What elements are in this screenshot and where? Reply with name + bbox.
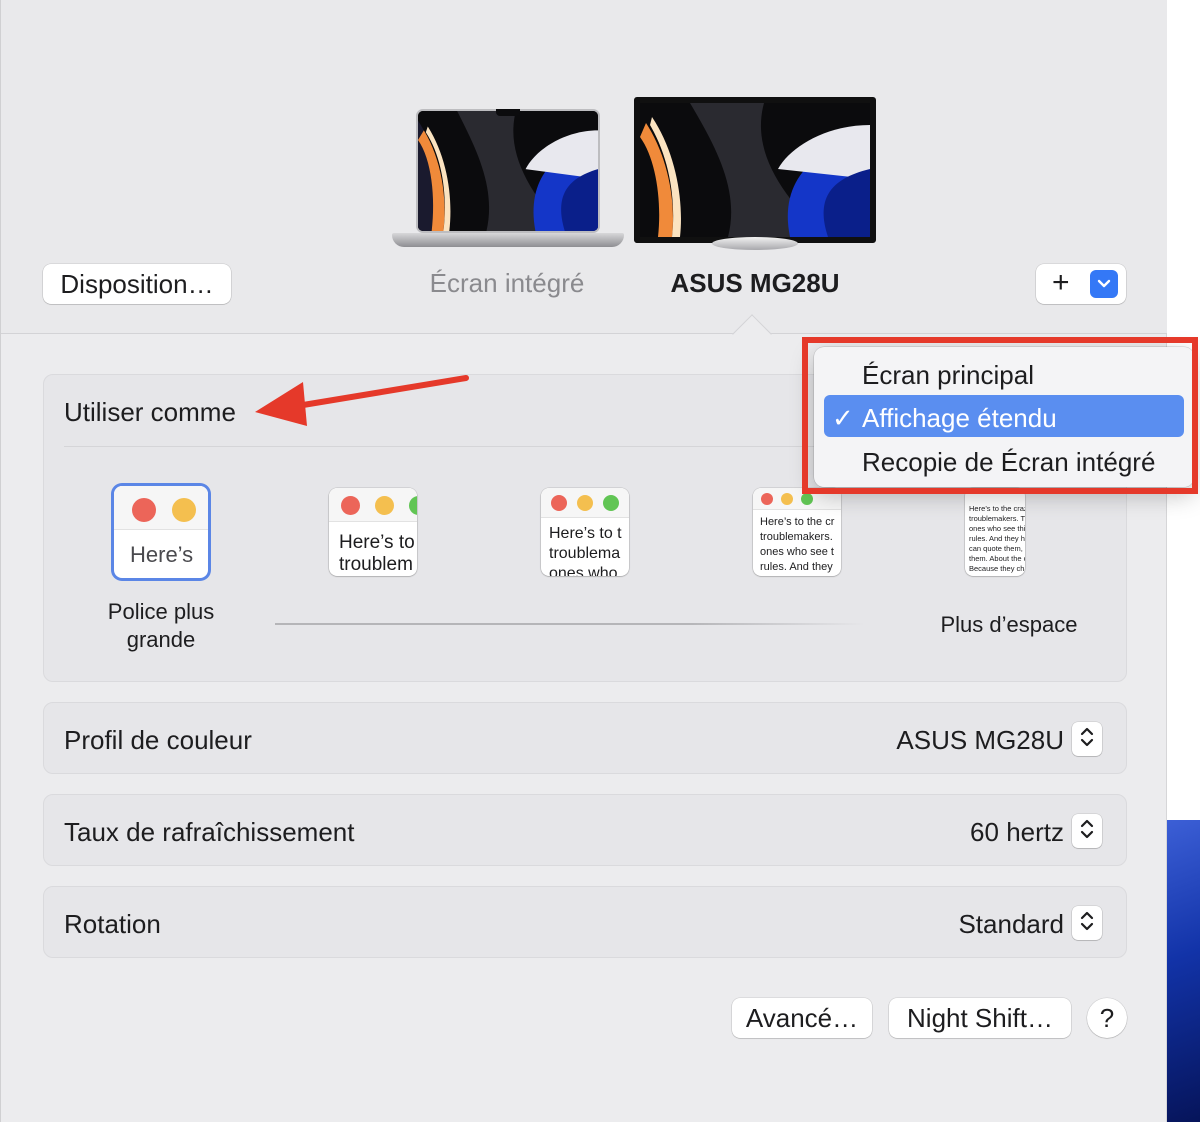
larger-text-caption: Police plus grande	[81, 598, 241, 654]
external-display-thumbnail[interactable]	[634, 97, 876, 253]
sample-text: Here’s to t troublema ones who	[549, 525, 622, 576]
zoom-dot-icon	[603, 495, 619, 511]
monitor-screen	[634, 97, 876, 243]
sample-text: Here’s to the crazy one troublemakers. T…	[969, 504, 1025, 573]
displays-settings-window: Disposition… Écran intégré ASUS MG28U + …	[0, 0, 1167, 1122]
color-profile-popup-button[interactable]	[1072, 722, 1102, 756]
resolution-option-more-space[interactable]: Here’s to the crazy one troublemakers. T…	[965, 488, 1025, 576]
up-down-chevron-icon	[1079, 725, 1095, 754]
annotation-highlight-box	[802, 337, 1198, 494]
use-as-label: Utiliser comme	[64, 397, 236, 427]
laptop-base	[392, 233, 624, 247]
display-arrangement-area: Disposition… Écran intégré ASUS MG28U +	[1, 0, 1167, 334]
resolution-option-2[interactable]: Here’s to troublem	[329, 488, 417, 576]
refresh-rate-label: Taux de rafraîchissement	[64, 817, 355, 847]
rotation-row: Rotation Standard	[43, 886, 1127, 958]
zoom-dot-icon	[801, 493, 813, 505]
help-button[interactable]: ?	[1087, 998, 1127, 1038]
color-profile-row: Profil de couleur ASUS MG28U	[43, 702, 1127, 774]
minimize-dot-icon	[375, 496, 394, 515]
monitor-stand	[712, 237, 798, 250]
refresh-rate-popup-button[interactable]	[1072, 814, 1102, 848]
rotation-popup-button[interactable]	[1072, 906, 1102, 940]
resolution-option-4[interactable]: Here’s to the cr troublemakers. ones who…	[753, 488, 841, 576]
close-dot-icon	[761, 493, 773, 505]
night-shift-button-label: Night Shift…	[907, 1002, 1053, 1033]
resolution-slider-track[interactable]	[275, 623, 865, 625]
laptop-notch	[496, 109, 520, 116]
night-shift-button[interactable]: Night Shift…	[889, 998, 1071, 1038]
help-icon: ?	[1099, 1002, 1115, 1033]
monitor-icon	[634, 97, 876, 253]
minimize-dot-icon	[172, 498, 196, 522]
annotation-arrow-icon	[255, 375, 469, 426]
arrangement-button-label: Disposition…	[60, 268, 214, 299]
rotation-label: Rotation	[64, 909, 161, 939]
laptop-icon	[392, 109, 624, 249]
arrangement-button[interactable]: Disposition…	[43, 264, 231, 304]
refresh-rate-row: Taux de rafraîchissement 60 hertz	[43, 794, 1127, 866]
resolution-option-larger-text[interactable]: Here’s	[114, 486, 208, 578]
chevron-down-icon[interactable]	[1090, 270, 1118, 298]
minimize-dot-icon	[577, 495, 593, 511]
resolution-option-3[interactable]: Here’s to t troublema ones who	[541, 488, 629, 576]
minimize-dot-icon	[781, 493, 793, 505]
advanced-button-label: Avancé…	[745, 1002, 859, 1033]
sample-text: Here’s to troublem	[339, 532, 415, 575]
desktop-wallpaper	[1167, 820, 1200, 1122]
up-down-chevron-icon	[1079, 909, 1095, 938]
sample-text: Here’s	[130, 542, 194, 567]
builtin-display-label: Écran intégré	[429, 268, 585, 298]
rotation-value[interactable]: Standard	[958, 909, 1064, 940]
laptop-screen	[416, 109, 600, 233]
color-profile-value[interactable]: ASUS MG28U	[896, 725, 1064, 756]
close-dot-icon	[132, 498, 156, 522]
desktop-background	[1166, 0, 1200, 1122]
larger-text-caption-line1: Police plus	[107, 599, 215, 624]
add-display-button[interactable]: +	[1036, 264, 1126, 304]
close-dot-icon	[341, 496, 360, 515]
refresh-rate-value[interactable]: 60 hertz	[970, 817, 1064, 848]
color-profile-label: Profil de couleur	[64, 725, 252, 755]
close-dot-icon	[551, 495, 567, 511]
more-space-caption: Plus d’espace	[940, 612, 1078, 637]
external-display-label: ASUS MG28U	[670, 268, 840, 298]
sample-text: Here’s to the cr troublemakers. ones who…	[760, 516, 835, 573]
advanced-button[interactable]: Avancé…	[732, 998, 872, 1038]
builtin-display-thumbnail[interactable]	[392, 109, 624, 249]
up-down-chevron-icon	[1079, 817, 1095, 846]
larger-text-caption-line2: grande	[126, 627, 196, 652]
add-icon: +	[1052, 266, 1070, 299]
